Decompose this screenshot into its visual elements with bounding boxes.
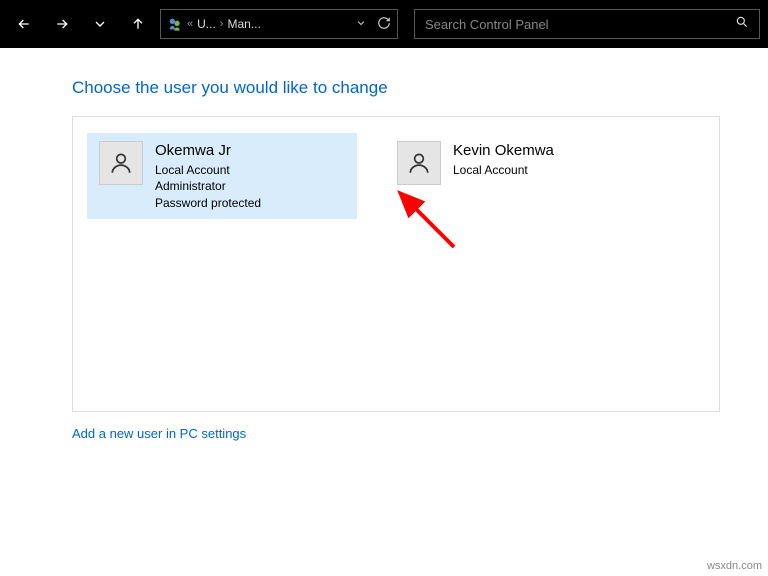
- user-info: Okemwa Jr Local Account Administrator Pa…: [155, 141, 261, 211]
- search-box[interactable]: [414, 9, 760, 39]
- recent-locations-button[interactable]: [84, 8, 116, 40]
- user-card-okemwa-jr[interactable]: Okemwa Jr Local Account Administrator Pa…: [87, 133, 357, 219]
- avatar: [99, 141, 143, 185]
- user-line: Password protected: [155, 195, 261, 211]
- user-line: Administrator: [155, 178, 261, 194]
- address-bar[interactable]: « U... › Man...: [160, 9, 398, 39]
- user-name: Okemwa Jr: [155, 141, 261, 161]
- user-line: Local Account: [453, 162, 554, 178]
- user-card-kevin-okemwa[interactable]: Kevin Okemwa Local Account: [385, 133, 655, 193]
- titlebar: « U... › Man...: [0, 0, 768, 48]
- forward-button[interactable]: [46, 8, 78, 40]
- refresh-button[interactable]: [377, 16, 391, 33]
- users-panel: Okemwa Jr Local Account Administrator Pa…: [72, 116, 720, 412]
- avatar: [397, 141, 441, 185]
- user-line: Local Account: [155, 162, 261, 178]
- add-new-user-link[interactable]: Add a new user in PC settings: [72, 426, 720, 441]
- breadcrumb-seg-1[interactable]: U...: [197, 17, 216, 31]
- page-title: Choose the user you would like to change: [72, 78, 720, 98]
- user-accounts-icon: [167, 16, 183, 32]
- search-icon[interactable]: [735, 15, 749, 34]
- breadcrumb-separator: ›: [220, 18, 224, 30]
- user-info: Kevin Okemwa Local Account: [453, 141, 554, 178]
- breadcrumb-seg-2[interactable]: Man...: [227, 17, 260, 31]
- content-area: Choose the user you would like to change…: [0, 48, 768, 441]
- up-button[interactable]: [122, 8, 154, 40]
- search-input[interactable]: [425, 17, 735, 32]
- watermark: wsxdn.com: [707, 560, 762, 572]
- breadcrumb-overflow: «: [187, 18, 193, 30]
- user-name: Kevin Okemwa: [453, 141, 554, 161]
- breadcrumb-dropdown-icon[interactable]: [355, 17, 367, 32]
- back-button[interactable]: [8, 8, 40, 40]
